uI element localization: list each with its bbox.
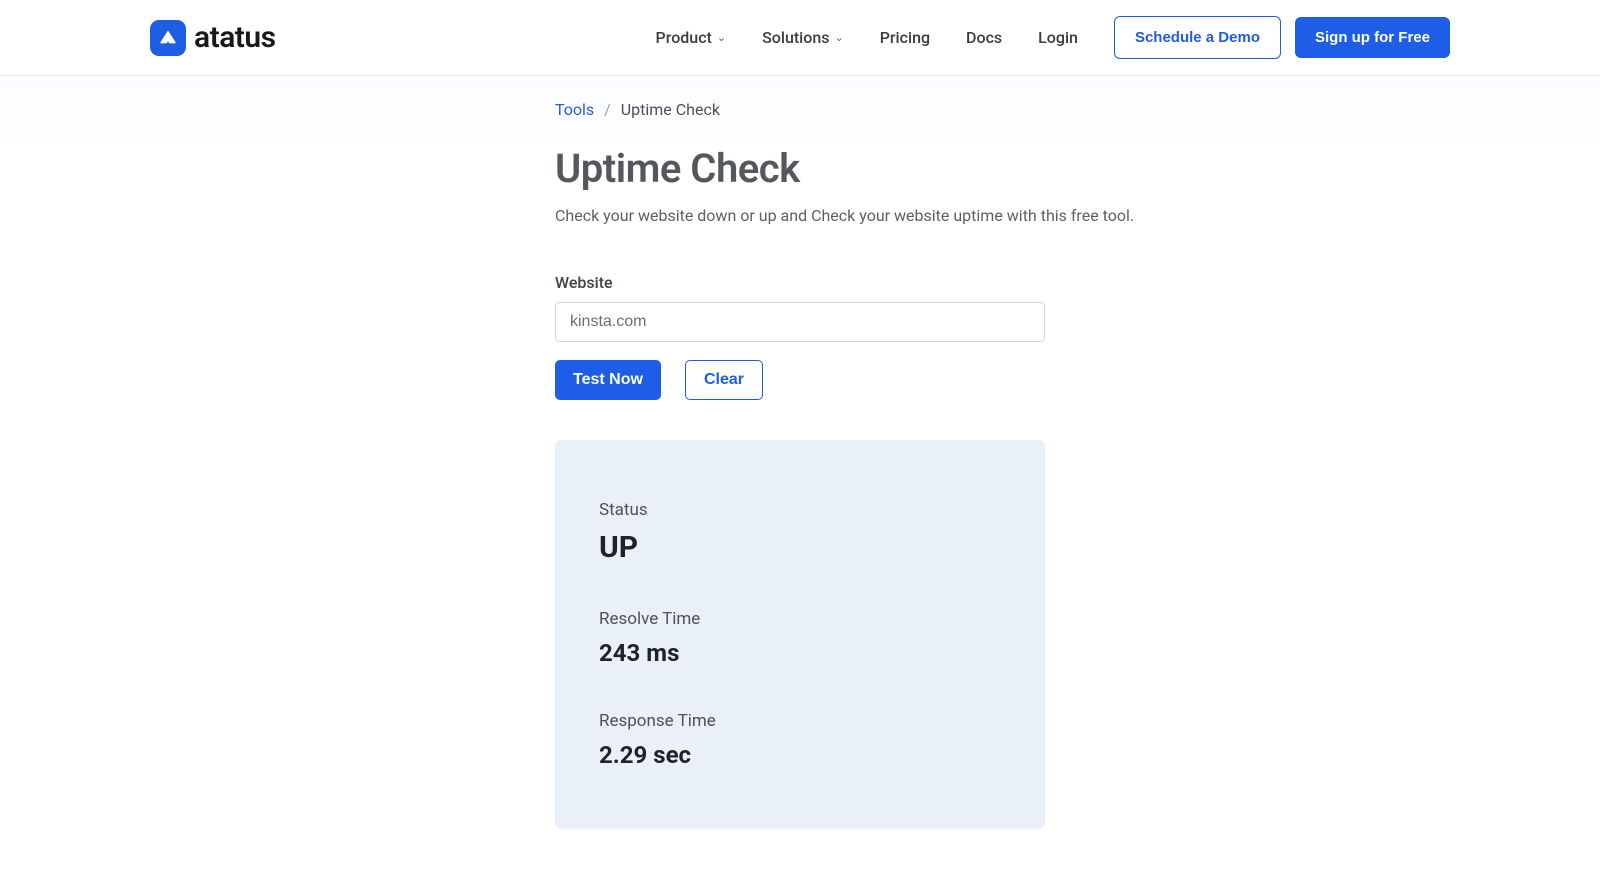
nav-docs-label: Docs [966,28,1002,47]
result-card: Status UP Resolve Time 243 ms Response T… [555,440,1045,829]
signup-button[interactable]: Sign up for Free [1295,17,1450,58]
nav-solutions[interactable]: Solutions ⌄ [762,28,844,47]
logo-text: atatus [194,20,276,55]
nav-solutions-label: Solutions [762,28,829,47]
page-subtitle: Check your website down or up and Check … [555,206,1300,225]
site-header: atatus Product ⌄ Solutions ⌄ Pricing Doc… [0,0,1600,76]
website-label: Website [555,273,1300,292]
chevron-down-icon: ⌄ [834,31,843,44]
result-response: Response Time 2.29 sec [599,711,1001,769]
breadcrumb: Tools / Uptime Check [555,100,1300,119]
resolve-label: Resolve Time [599,609,1001,629]
logo[interactable]: atatus [150,20,276,56]
header-actions: Schedule a Demo Sign up for Free [1114,16,1450,59]
response-value: 2.29 sec [599,741,1001,769]
breadcrumb-current: Uptime Check [621,100,720,119]
nav-docs[interactable]: Docs [966,28,1002,47]
form-actions: Test Now Clear [555,360,1300,400]
resolve-value: 243 ms [599,639,1001,667]
schedule-demo-button[interactable]: Schedule a Demo [1114,16,1281,59]
breadcrumb-tools[interactable]: Tools [555,100,594,119]
response-label: Response Time [599,711,1001,731]
breadcrumb-separator: / [604,100,611,119]
result-status: Status UP [599,500,1001,565]
result-resolve: Resolve Time 243 ms [599,609,1001,667]
status-label: Status [599,500,1001,520]
test-now-button[interactable]: Test Now [555,360,661,400]
logo-icon [150,20,186,56]
main-content: Tools / Uptime Check Uptime Check Check … [0,76,1600,889]
status-value: UP [599,530,1001,565]
clear-button[interactable]: Clear [685,360,763,400]
main-nav: Product ⌄ Solutions ⌄ Pricing Docs Login… [656,16,1450,59]
nav-pricing[interactable]: Pricing [880,28,930,47]
nav-pricing-label: Pricing [880,28,930,47]
nav-login[interactable]: Login [1038,28,1078,47]
page-title: Uptime Check [555,145,1300,192]
nav-product[interactable]: Product ⌄ [656,28,727,47]
nav-product-label: Product [656,28,712,47]
website-input[interactable] [555,302,1045,342]
nav-login-label: Login [1038,28,1078,47]
chevron-down-icon: ⌄ [717,31,726,44]
